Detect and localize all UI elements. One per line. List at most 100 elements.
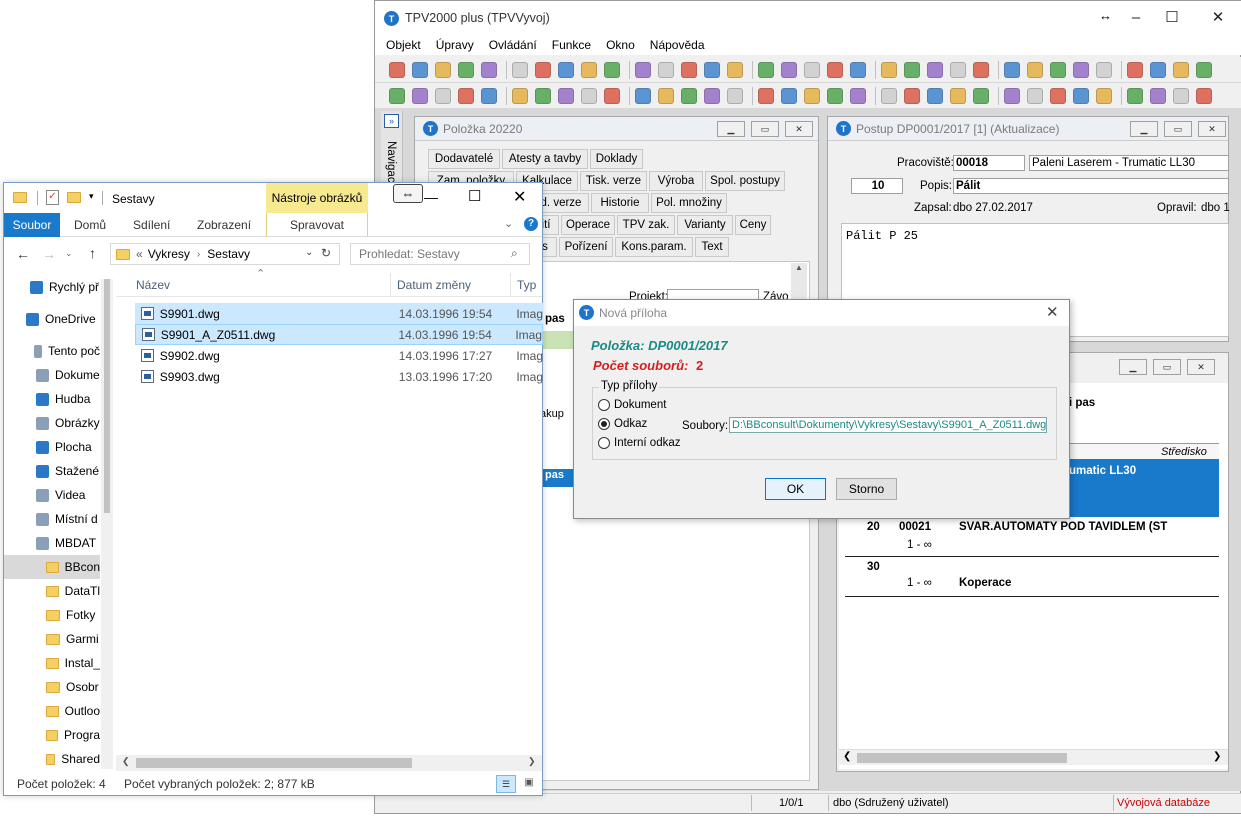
selected-row-fragment[interactable]: pas — [543, 469, 575, 487]
scroll-thumb[interactable] — [857, 753, 1067, 763]
toolbar-button-icon[interactable] — [1150, 88, 1166, 104]
tab-doklady[interactable]: Doklady — [590, 149, 643, 169]
radio-odkaz-label[interactable]: Odkaz — [614, 418, 647, 430]
tab-tisk-verze[interactable]: Tisk. verze — [580, 171, 647, 191]
nav-item[interactable]: Obrázky — [4, 411, 100, 435]
toolbar-button-icon[interactable] — [1004, 88, 1020, 104]
file-row[interactable]: S9903.dwg 13.03.1996 17:20 Imag — [135, 366, 543, 387]
col-typ[interactable]: Typ — [517, 278, 536, 292]
explorer-close-button[interactable]: ✕ — [513, 187, 526, 207]
postup-maximize-button[interactable]: ▭ — [1164, 121, 1192, 137]
toolbar-button-icon[interactable] — [658, 62, 674, 78]
toolbar-button-icon[interactable] — [1196, 88, 1212, 104]
toolbar-button-icon[interactable] — [389, 62, 405, 78]
toolbar-button-icon[interactable] — [1050, 62, 1066, 78]
toolbar-button-icon[interactable] — [435, 88, 451, 104]
nav-item[interactable]: Outloo — [4, 699, 100, 723]
breadcrumb-sestavy[interactable]: Sestavy — [207, 247, 250, 261]
toolbar-button-icon[interactable] — [681, 88, 697, 104]
toolbar-button-icon[interactable] — [1096, 62, 1112, 78]
menu-ovladani[interactable]: Ovládání — [489, 38, 537, 52]
search-icon[interactable]: ⌕ — [511, 246, 518, 261]
toolbar-button-icon[interactable] — [973, 88, 989, 104]
help-icon[interactable]: ? — [524, 217, 538, 231]
resize-arrows-icon[interactable]: ↔ — [1099, 8, 1112, 23]
nav-item[interactable]: Videa — [4, 483, 100, 507]
search-box[interactable]: Prohledat: Sestavy ⌕ — [350, 243, 530, 265]
storno-button[interactable]: Storno — [836, 478, 897, 500]
toolbar-button-icon[interactable] — [558, 62, 574, 78]
toolbar-button-icon[interactable] — [850, 88, 866, 104]
menu-objekt[interactable]: Objekt — [386, 38, 421, 52]
toolbar-button-icon[interactable] — [604, 62, 620, 78]
details-view-icon[interactable]: ☰ — [496, 775, 516, 793]
expand-nav-button[interactable]: » — [384, 114, 399, 128]
nav-scrollbar[interactable] — [101, 279, 113, 769]
toolbar-button-icon[interactable] — [881, 88, 897, 104]
ribbon-expand-icon[interactable]: ⌄ — [504, 217, 513, 230]
polozka-close-button[interactable]: ✕ — [785, 121, 813, 137]
toolbar-button-icon[interactable] — [412, 62, 428, 78]
toolbar-button-icon[interactable] — [535, 62, 551, 78]
toolbar-button-icon[interactable] — [681, 62, 697, 78]
postup-close-button[interactable]: ✕ — [1198, 121, 1226, 137]
file-row[interactable]: S9902.dwg 14.03.1996 17:27 Imag — [135, 345, 543, 366]
toolbar-button-icon[interactable] — [481, 62, 497, 78]
tab-historie[interactable]: Historie — [591, 193, 649, 213]
tab-domu[interactable]: Domů — [74, 218, 106, 232]
op-number-field[interactable]: 10 — [851, 178, 903, 194]
nav-item[interactable]: Dokume — [4, 363, 100, 387]
hscroll-right-icon[interactable]: ❯ — [528, 756, 536, 767]
postup-minimize-button[interactable]: ▁ — [1130, 121, 1158, 137]
toolbar-button-icon[interactable] — [1073, 88, 1089, 104]
nav-item[interactable]: Progra — [4, 723, 100, 747]
nav-item[interactable]: BBcon — [4, 555, 100, 579]
toolbar-button-icon[interactable] — [558, 88, 574, 104]
dialog-close-button[interactable]: ✕ — [1046, 303, 1059, 321]
nav-item[interactable]: Plocha — [4, 435, 100, 459]
col-nazev[interactable]: Název — [136, 278, 170, 292]
toolbar-button-icon[interactable] — [1027, 62, 1043, 78]
address-dropdown-icon[interactable]: ⌄ — [305, 247, 313, 258]
refresh-icon[interactable]: ↻ — [321, 246, 331, 260]
tab-soubor[interactable]: Soubor — [4, 213, 60, 237]
menu-napoveda[interactable]: Nápověda — [650, 38, 705, 52]
tab-ceny[interactable]: Ceny — [735, 215, 771, 235]
file-row[interactable]: S9901_A_Z0511.dwg 14.03.1996 19:54 Imag — [135, 324, 543, 345]
nav-item[interactable]: Shared — [4, 747, 100, 769]
toolbar-button-icon[interactable] — [827, 88, 843, 104]
toolbar-button-icon[interactable] — [881, 62, 897, 78]
col-datum[interactable]: Datum změny — [397, 278, 471, 292]
tab-spravovat[interactable]: Spravovat — [266, 213, 368, 237]
toolbar-button-icon[interactable] — [704, 62, 720, 78]
toolbar-button-icon[interactable] — [804, 62, 820, 78]
ops-minimize-button[interactable]: ▁ — [1119, 359, 1147, 375]
toolbar-button-icon[interactable] — [435, 62, 451, 78]
toolbar-button-icon[interactable] — [458, 88, 474, 104]
ops-hscrollbar[interactable]: ❮ ❯ — [839, 749, 1228, 765]
toolbar-button-icon[interactable] — [1196, 62, 1212, 78]
toolbar-button-icon[interactable] — [1027, 88, 1043, 104]
toolbar-button-icon[interactable] — [781, 88, 797, 104]
toolbar-button-icon[interactable] — [512, 88, 528, 104]
toolbar-button-icon[interactable] — [781, 62, 797, 78]
ops-row-20[interactable]: 20 00021 SVAR.AUTOMATY POD TAVIDLEM (ST … — [845, 519, 1219, 557]
properties-icon[interactable]: ✓ — [46, 190, 59, 205]
forward-arrow-icon[interactable]: → — [42, 246, 56, 262]
menu-funkce[interactable]: Funkce — [552, 38, 591, 52]
nav-item[interactable]: MBDAT — [4, 531, 100, 555]
hscroll-left-icon[interactable]: ❮ — [122, 756, 130, 767]
toolbar-button-icon[interactable] — [658, 88, 674, 104]
hscroll-thumb[interactable] — [136, 758, 412, 768]
toolbar-button-icon[interactable] — [1004, 62, 1020, 78]
polozka-minimize-button[interactable]: ▁ — [717, 121, 745, 137]
toolbar-button-icon[interactable] — [850, 62, 866, 78]
file-row[interactable]: S9901.dwg 14.03.1996 19:54 Imag — [135, 303, 543, 324]
toolbar-button-icon[interactable] — [1173, 62, 1189, 78]
nav-item[interactable]: DataTl — [4, 579, 100, 603]
tab-kons-param[interactable]: Kons.param. — [615, 237, 693, 257]
tab-tpv-zak[interactable]: TPV zak. — [617, 215, 675, 235]
radio-dokument[interactable] — [598, 399, 610, 411]
nav-item[interactable]: Stažené — [4, 459, 100, 483]
nav-scroll-thumb[interactable] — [104, 279, 110, 513]
